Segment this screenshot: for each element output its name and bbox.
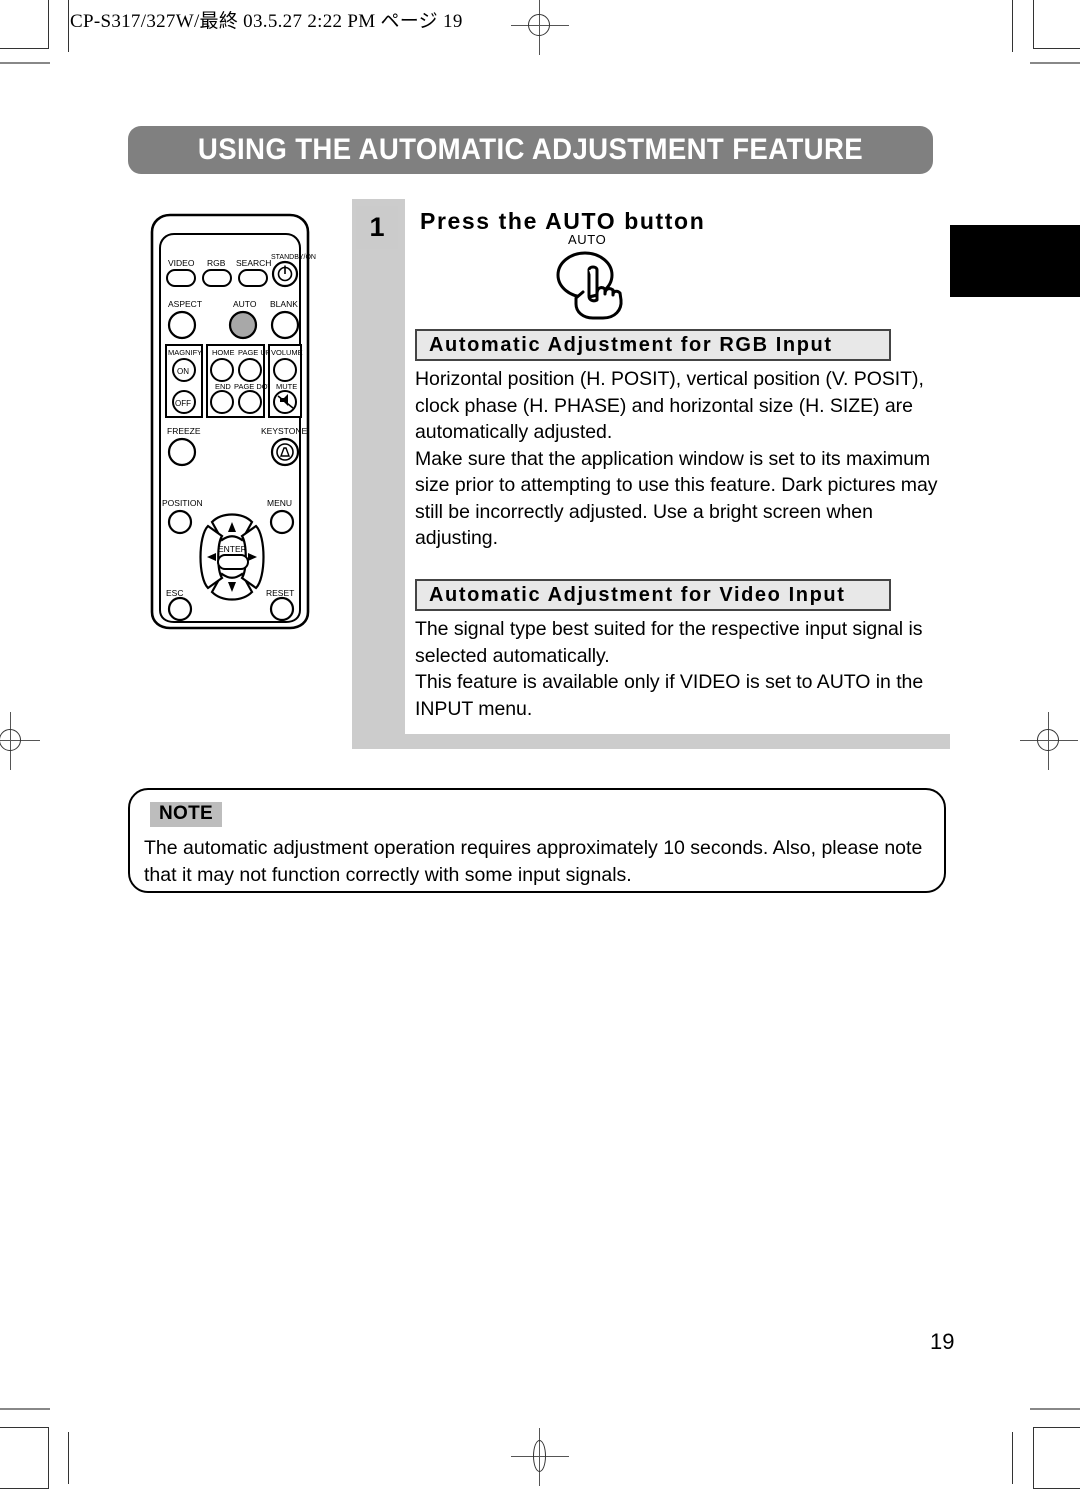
remote-label-freeze: FREEZE xyxy=(167,426,201,436)
remote-button-esc xyxy=(167,596,193,622)
auto-button-illustration-label: AUTO xyxy=(568,232,607,247)
remote-label-magnify: MAGNIFY xyxy=(168,348,202,357)
crop-rule-top-left xyxy=(0,62,50,64)
page-number: 19 xyxy=(930,1329,955,1354)
remote-label-keystone: KEYSTONE xyxy=(261,426,307,436)
remote-label-blank: BLANK xyxy=(270,299,298,309)
trim-line-right-top xyxy=(1012,0,1013,52)
remote-button-auto xyxy=(228,310,258,340)
section-heading-rgb: Automatic Adjustment for RGB Input xyxy=(415,329,891,361)
chapter-edge-tab xyxy=(950,225,1080,297)
remote-label-end: END xyxy=(215,382,231,391)
note-badge: NOTE xyxy=(150,802,222,827)
remote-button-end xyxy=(210,390,234,414)
remote-button-volume xyxy=(273,358,297,382)
crop-rule-bottom-left xyxy=(0,1408,50,1410)
remote-button-search xyxy=(238,269,268,287)
registration-mark-top xyxy=(511,0,569,55)
remote-button-position xyxy=(167,509,193,535)
paragraph: This feature is available only if VIDEO … xyxy=(415,671,924,720)
remote-label-reset: RESET xyxy=(266,588,294,598)
pressing-hand-icon xyxy=(556,251,623,320)
remote-button-page-up xyxy=(238,358,262,382)
remote-button-rgb xyxy=(202,269,232,287)
remote-label-standby-on: STANDBY/ON xyxy=(271,254,316,261)
paragraph: Horizontal position (H. POSIT), vertical… xyxy=(415,368,924,443)
page-title-banner: USING THE AUTOMATIC ADJUSTMENT FEATURE xyxy=(128,126,933,174)
step-number-badge: 1 xyxy=(356,206,398,249)
remote-label-esc: ESC xyxy=(166,588,183,598)
remote-control-illustration: VIDEO RGB SEARCH STANDBY/ON ASPECT AUTO … xyxy=(130,212,330,637)
section-body-video: The signal type best suited for the resp… xyxy=(415,616,945,722)
paragraph: The automatic adjustment operation requi… xyxy=(144,837,923,886)
remote-label-home: HOME xyxy=(212,348,235,357)
crop-rule-top-right xyxy=(1030,62,1080,64)
step-title: Press the AUTO button xyxy=(420,208,706,234)
section-body-rgb: Horizontal position (H. POSIT), vertical… xyxy=(415,366,945,552)
remote-button-aspect xyxy=(167,310,197,340)
note-text: The automatic adjustment operation requi… xyxy=(144,835,939,889)
remote-label-position: POSITION xyxy=(162,498,203,508)
remote-label-enter: ENTER xyxy=(218,544,247,554)
registration-mark-bottom xyxy=(511,1428,569,1486)
section-heading-video-label: Automatic Adjustment for Video Input xyxy=(429,583,846,606)
remote-label-menu: MENU xyxy=(267,498,292,508)
remote-button-video xyxy=(166,269,196,287)
remote-button-home xyxy=(210,358,234,382)
remote-label-volume: VOLUME xyxy=(271,348,303,357)
page-title: USING THE AUTOMATIC ADJUSTMENT FEATURE xyxy=(197,133,864,166)
crop-rule-bottom-right xyxy=(1030,1408,1080,1410)
section-heading-video: Automatic Adjustment for Video Input xyxy=(415,579,891,611)
step-number: 1 xyxy=(369,212,385,242)
auto-button-illustration: AUTO xyxy=(545,232,665,320)
remote-label-mute: MUTE xyxy=(276,382,297,391)
remote-label-search: SEARCH xyxy=(236,258,271,268)
registration-mark-right xyxy=(1020,712,1078,770)
remote-label-aspect: ASPECT xyxy=(168,299,202,309)
remote-button-page-down xyxy=(238,390,262,414)
remote-label-magnify-off: OFF xyxy=(175,399,191,408)
remote-button-keystone xyxy=(270,437,300,467)
registration-mark-left xyxy=(0,712,40,770)
remote-button-blank xyxy=(270,310,300,340)
trim-line-left-top xyxy=(68,0,69,52)
remote-label-magnify-on: ON xyxy=(177,367,189,376)
remote-label-auto: AUTO xyxy=(233,299,257,309)
section-heading-rgb-label: Automatic Adjustment for RGB Input xyxy=(429,333,833,356)
remote-label-page-up: PAGE UP xyxy=(238,348,271,357)
paragraph: The signal type best suited for the resp… xyxy=(415,618,923,667)
paragraph: Make sure that the application window is… xyxy=(415,447,938,550)
trim-line-left-bottom xyxy=(68,1432,69,1484)
note-box: NOTE The automatic adjustment operation … xyxy=(128,788,946,893)
remote-label-video: VIDEO xyxy=(168,258,195,268)
remote-button-freeze xyxy=(167,437,197,467)
remote-button-enter xyxy=(217,554,249,570)
page-header-text: CP-S317/327W/最終 03.5.27 2:22 PM ページ 19 xyxy=(70,11,463,32)
remote-button-menu xyxy=(269,509,295,535)
remote-label-rgb: RGB xyxy=(207,258,226,268)
trim-line-right-bottom xyxy=(1012,1432,1013,1484)
remote-button-reset xyxy=(269,596,295,622)
